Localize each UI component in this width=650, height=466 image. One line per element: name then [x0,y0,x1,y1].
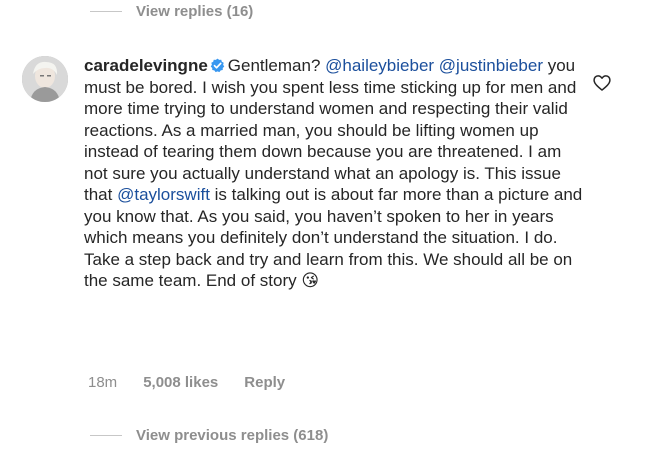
heart-outline-icon[interactable] [592,73,612,93]
view-replies-label: View replies (16) [136,2,254,20]
avatar-image [22,56,68,102]
comment-username[interactable]: caradelevingne [84,56,208,75]
comment-segment: you must be bored. I wish you spent less… [84,56,577,204]
replies-divider-line [90,434,122,436]
mention-link-taylorswift[interactable]: @taylorswift [117,185,210,204]
reply-button[interactable]: Reply [244,374,285,391]
kiss-emoji: 😘 [301,271,320,290]
replies-divider-line [90,10,122,12]
view-previous-replies-label: View previous replies (618) [136,426,329,444]
view-replies-button[interactable]: View replies (16) [90,0,253,22]
avatar[interactable] [22,56,68,102]
comment-meta: 18m 5,008 likes Reply [88,372,311,392]
view-previous-replies-button[interactable]: View previous replies (618) [90,424,328,446]
mention-link-justinbieber[interactable]: @justinbieber [439,56,543,75]
likes-count[interactable]: 5,008 likes [143,374,218,391]
mention-link-haileybieber[interactable]: @haileybieber [325,56,434,75]
verified-badge-icon [210,58,225,73]
comment-timestamp: 18m [88,373,118,391]
comment-segment: Gentleman? [227,56,326,75]
comment-body: caradelevingne Gentleman? @haileybieber … [84,55,584,292]
